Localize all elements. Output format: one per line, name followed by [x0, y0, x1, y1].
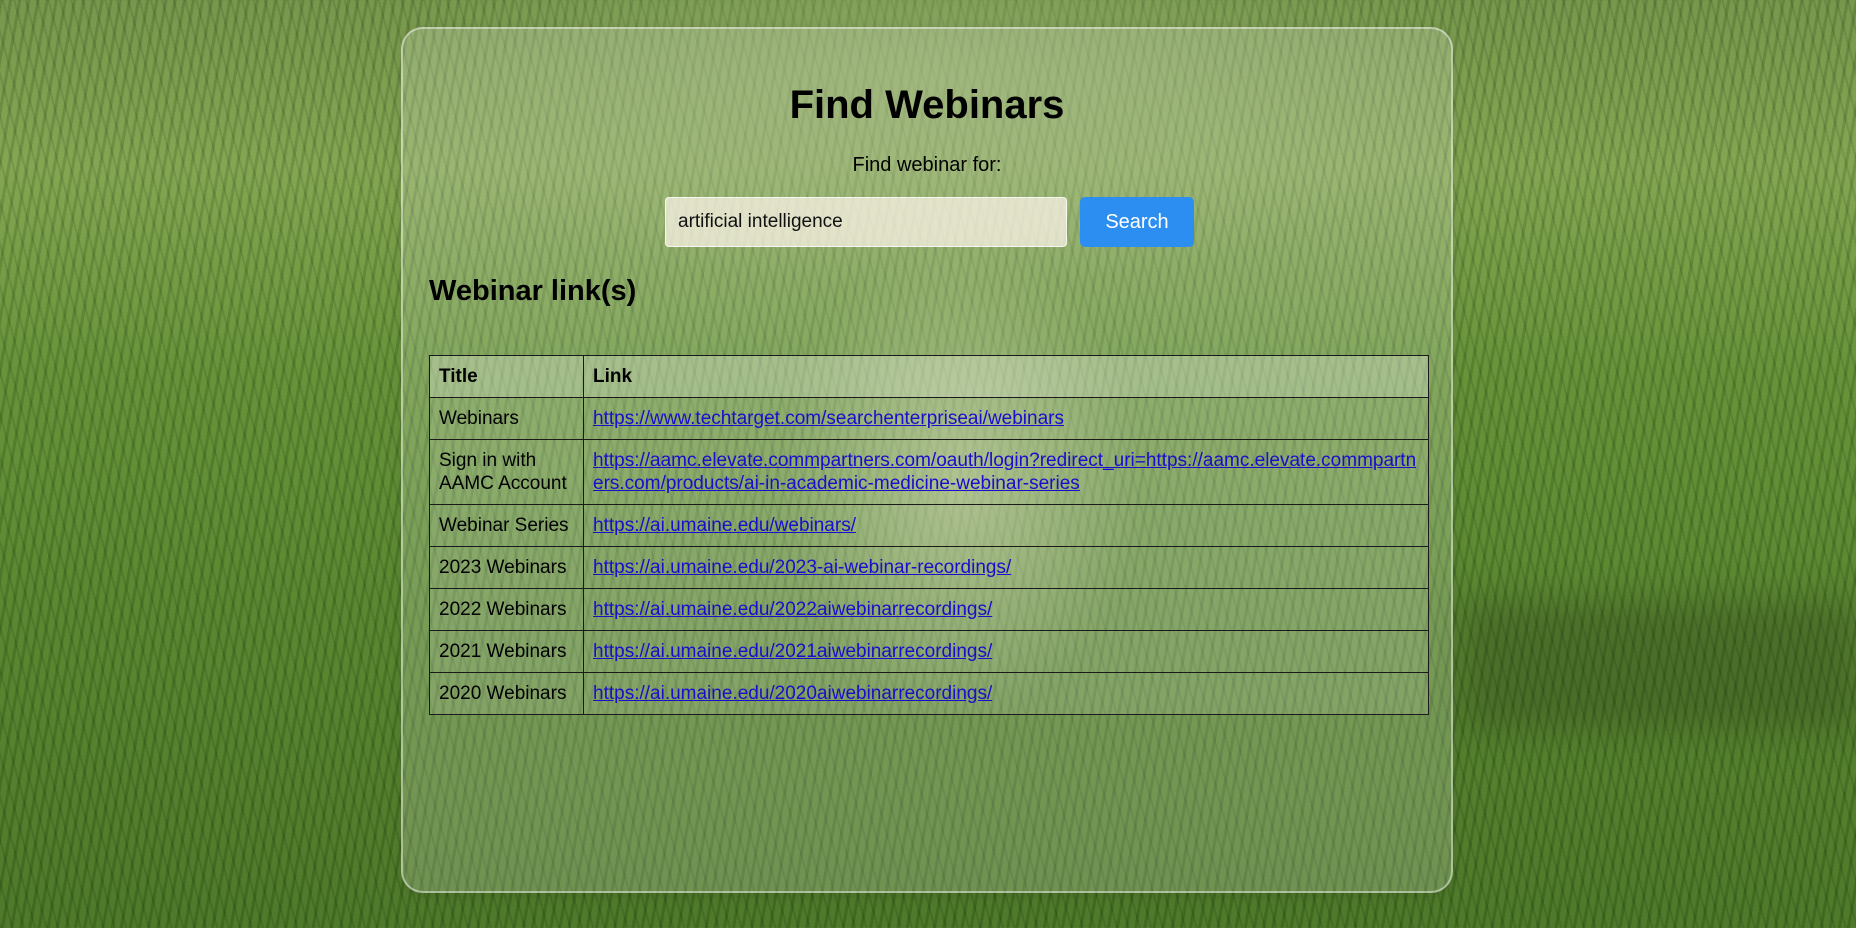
row-title: 2020 Webinars	[429, 672, 584, 715]
search-label: Find webinar for:	[852, 154, 1002, 176]
table-row: 2023 Webinars https://ai.umaine.edu/2023…	[429, 546, 1429, 589]
row-title: Webinar Series	[429, 504, 584, 547]
background-image	[1460, 600, 1856, 730]
row-link-cell: https://ai.umaine.edu/webinars/	[583, 504, 1429, 547]
row-title: 2021 Webinars	[429, 630, 584, 673]
table-row: 2021 Webinars https://ai.umaine.edu/2021…	[429, 630, 1429, 673]
webinar-links-table: Title Link Webinars https://www.techtarg…	[429, 355, 1429, 715]
search-input[interactable]	[665, 197, 1067, 247]
webinar-link[interactable]: https://aamc.elevate.commpartners.com/oa…	[593, 450, 1416, 494]
webinar-link[interactable]: https://ai.umaine.edu/2021aiwebinarrecor…	[593, 641, 992, 662]
row-link-cell: https://www.techtarget.com/searchenterpr…	[583, 397, 1429, 440]
row-link-cell: https://ai.umaine.edu/2020aiwebinarrecor…	[583, 672, 1429, 715]
results-heading: Webinar link(s)	[429, 275, 637, 307]
row-title: 2023 Webinars	[429, 546, 584, 589]
table-row: Webinar Series https://ai.umaine.edu/web…	[429, 504, 1429, 547]
row-title: Webinars	[429, 397, 584, 440]
row-title: 2022 Webinars	[429, 588, 584, 631]
row-link-cell: https://ai.umaine.edu/2023-ai-webinar-re…	[583, 546, 1429, 589]
column-header-link: Link	[583, 355, 1429, 398]
table-row: 2022 Webinars https://ai.umaine.edu/2022…	[429, 588, 1429, 631]
row-link-cell: https://ai.umaine.edu/2022aiwebinarrecor…	[583, 588, 1429, 631]
webinar-link[interactable]: https://ai.umaine.edu/webinars/	[593, 515, 856, 536]
webinar-search-panel: Find Webinars Find webinar for: Search W…	[401, 27, 1453, 893]
search-button[interactable]: Search	[1080, 197, 1194, 247]
page-title: Find Webinars	[789, 83, 1065, 127]
table-row: 2020 Webinars https://ai.umaine.edu/2020…	[429, 672, 1429, 715]
column-header-title: Title	[429, 355, 584, 398]
row-title: Sign in with AAMC Account	[429, 439, 584, 505]
row-link-cell: https://aamc.elevate.commpartners.com/oa…	[583, 439, 1429, 505]
webinar-link[interactable]: https://ai.umaine.edu/2022aiwebinarrecor…	[593, 599, 992, 620]
table-row: Sign in with AAMC Account https://aamc.e…	[429, 439, 1429, 505]
table-header-row: Title Link	[429, 355, 1429, 398]
webinar-link[interactable]: https://www.techtarget.com/searchenterpr…	[593, 408, 1064, 429]
row-link-cell: https://ai.umaine.edu/2021aiwebinarrecor…	[583, 630, 1429, 673]
webinar-link[interactable]: https://ai.umaine.edu/2020aiwebinarrecor…	[593, 683, 992, 704]
webinar-link[interactable]: https://ai.umaine.edu/2023-ai-webinar-re…	[593, 557, 1011, 578]
table-row: Webinars https://www.techtarget.com/sear…	[429, 397, 1429, 440]
